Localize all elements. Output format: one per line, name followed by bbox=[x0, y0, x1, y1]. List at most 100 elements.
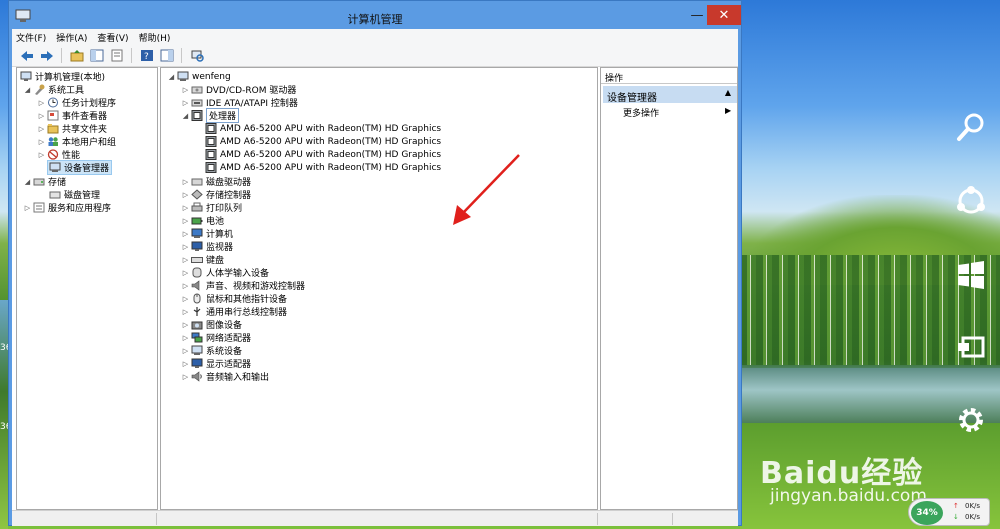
expand-icon[interactable]: ▷ bbox=[181, 269, 190, 277]
device-category-mice[interactable]: ▷ 鼠标和其他指针设备 bbox=[181, 292, 287, 305]
help-icon[interactable]: ? bbox=[138, 47, 155, 64]
toolbar-separator bbox=[131, 48, 132, 63]
expand-icon[interactable]: ▷ bbox=[181, 230, 190, 238]
submenu-arrow-icon[interactable]: ▶ bbox=[725, 106, 731, 115]
device-category-system[interactable]: ▷ 系统设备 bbox=[181, 344, 242, 357]
menu-view[interactable]: 查看(V) bbox=[97, 31, 128, 44]
expand-icon[interactable]: ▷ bbox=[181, 347, 190, 355]
show-action-pane-icon[interactable] bbox=[158, 47, 175, 64]
tree-label: 任务计划程序 bbox=[62, 99, 117, 109]
device-category-keyboards[interactable]: ▷ 键盘 bbox=[181, 253, 225, 267]
tree-item-root[interactable]: 计算机管理(本地) bbox=[19, 70, 105, 83]
collapse-icon[interactable]: ◢ bbox=[167, 73, 176, 81]
expand-icon[interactable]: ▷ bbox=[181, 321, 190, 329]
collapse-icon[interactable]: ◢ bbox=[23, 86, 32, 94]
expand-icon[interactable]: ▷ bbox=[37, 138, 46, 146]
expand-icon[interactable]: ▷ bbox=[37, 151, 46, 159]
properties-sheet-icon[interactable] bbox=[108, 47, 125, 64]
expand-icon[interactable]: ▷ bbox=[181, 373, 190, 381]
expand-icon[interactable]: ▷ bbox=[181, 334, 190, 342]
expand-icon[interactable]: ▷ bbox=[37, 99, 46, 107]
share-charm-icon[interactable] bbox=[950, 180, 992, 222]
settings-charm-icon[interactable] bbox=[950, 399, 992, 441]
device-label: 键盘 bbox=[206, 256, 225, 266]
tree-label: 事件查看器 bbox=[62, 112, 108, 122]
forward-arrow-icon[interactable] bbox=[38, 47, 55, 64]
device-tree-pane: ◢ wenfeng ▷ DVD/CD-ROM 驱动器 ▷ IDE ATA/ATA… bbox=[160, 67, 598, 510]
actions-section-device-manager[interactable]: 设备管理器 ▲ bbox=[603, 86, 737, 104]
devices-charm-icon[interactable] bbox=[950, 326, 992, 368]
processor-item[interactable]: AMD A6-5200 APU with Radeon(TM) HD Graph… bbox=[204, 148, 441, 161]
menu-help[interactable]: 帮助(H) bbox=[139, 31, 171, 44]
expand-icon[interactable]: ▷ bbox=[181, 256, 190, 264]
network-speed-widget[interactable]: 34% ↑ 0K/s ↓ 0K/s bbox=[908, 498, 990, 526]
camera-icon bbox=[191, 319, 203, 330]
tree-item-event-viewer[interactable]: ▷ 事件查看器 bbox=[37, 109, 107, 122]
device-category-display[interactable]: ▷ 显示适配器 bbox=[181, 357, 251, 370]
device-category-disk-drives[interactable]: ▷ 磁盘驱动器 bbox=[181, 175, 251, 189]
processor-item[interactable]: AMD A6-5200 APU with Radeon(TM) HD Graph… bbox=[204, 122, 441, 135]
device-category-network[interactable]: ▷ 网络适配器 bbox=[181, 331, 251, 344]
expand-icon[interactable]: ▷ bbox=[37, 112, 46, 120]
collapse-icon[interactable]: ◢ bbox=[181, 112, 190, 120]
expand-icon[interactable]: ▷ bbox=[181, 295, 190, 303]
device-category-print-queues[interactable]: ▷ 打印队列 bbox=[181, 201, 242, 214]
device-category-imaging[interactable]: ▷ 图像设备 bbox=[181, 318, 242, 332]
tree-item-performance[interactable]: ▷ 性能 bbox=[37, 148, 80, 161]
search-charm-icon[interactable] bbox=[950, 106, 992, 148]
expand-icon[interactable]: ▷ bbox=[23, 204, 32, 212]
device-category-storage-controllers[interactable]: ▷ 存储控制器 bbox=[181, 188, 251, 201]
collapse-icon[interactable]: ◢ bbox=[23, 178, 32, 186]
toolbar: ? bbox=[12, 45, 738, 67]
device-category-sound[interactable]: ▷ 声音、视频和游戏控制器 bbox=[181, 279, 305, 292]
minimize-button[interactable]: — bbox=[685, 5, 709, 25]
tree-item-device-manager[interactable]: 设备管理器 bbox=[46, 160, 113, 175]
expand-icon[interactable]: ▷ bbox=[181, 99, 190, 107]
disk-drive-icon bbox=[191, 176, 203, 187]
tree-item-task-scheduler[interactable]: ▷ 任务计划程序 bbox=[37, 96, 116, 109]
device-category-dvd[interactable]: ▷ DVD/CD-ROM 驱动器 bbox=[181, 83, 297, 97]
expand-icon[interactable]: ▷ bbox=[181, 217, 190, 225]
expand-icon[interactable]: ▷ bbox=[37, 125, 46, 133]
show-hide-tree-icon[interactable] bbox=[88, 47, 105, 64]
tree-label: 磁盘管理 bbox=[64, 191, 101, 201]
up-folder-icon[interactable] bbox=[68, 47, 85, 64]
start-charm-icon[interactable] bbox=[950, 254, 992, 296]
tree-item-system-tools[interactable]: ◢ 系统工具 bbox=[23, 83, 84, 96]
collapse-caret-icon[interactable]: ▲ bbox=[725, 88, 731, 97]
device-category-monitors[interactable]: ▷ 监视器 bbox=[181, 240, 233, 253]
expand-icon[interactable]: ▷ bbox=[181, 178, 190, 186]
device-tree-computer[interactable]: ◢ wenfeng bbox=[167, 70, 231, 83]
scan-hardware-icon[interactable] bbox=[188, 47, 205, 64]
device-category-audio-io[interactable]: ▷ 音频输入和输出 bbox=[181, 370, 269, 383]
storage-controller-icon bbox=[191, 189, 203, 200]
disk-management-icon bbox=[49, 189, 61, 200]
expand-icon[interactable]: ▷ bbox=[181, 243, 190, 251]
expand-icon[interactable]: ▷ bbox=[181, 308, 190, 316]
expand-icon[interactable]: ▷ bbox=[181, 360, 190, 368]
device-category-processor[interactable]: ◢ 处理器 bbox=[181, 108, 240, 123]
back-arrow-icon[interactable] bbox=[18, 47, 35, 64]
tree-item-disk-management[interactable]: 磁盘管理 bbox=[48, 188, 100, 201]
users-icon bbox=[47, 136, 59, 147]
expand-icon[interactable]: ▷ bbox=[181, 204, 190, 212]
tree-item-storage[interactable]: ◢ 存储 bbox=[23, 175, 66, 189]
processor-item[interactable]: AMD A6-5200 APU with Radeon(TM) HD Graph… bbox=[204, 135, 441, 148]
expand-icon[interactable]: ▷ bbox=[181, 191, 190, 199]
expand-icon[interactable]: ▷ bbox=[181, 86, 190, 94]
menu-file[interactable]: 文件(F) bbox=[16, 31, 46, 44]
more-actions-link[interactable]: 更多操作 bbox=[623, 106, 659, 119]
processor-item[interactable]: AMD A6-5200 APU with Radeon(TM) HD Graph… bbox=[204, 161, 441, 174]
tree-item-shared-folders[interactable]: ▷ 共享文件夹 bbox=[37, 122, 107, 135]
device-category-ide[interactable]: ▷ IDE ATA/ATAPI 控制器 bbox=[181, 96, 298, 110]
tree-item-services-apps[interactable]: ▷ 服务和应用程序 bbox=[23, 201, 111, 214]
device-category-hid[interactable]: ▷ 人体学输入设备 bbox=[181, 266, 269, 279]
expand-icon[interactable]: ▷ bbox=[181, 282, 190, 290]
close-button[interactable]: ✕ bbox=[707, 5, 741, 25]
device-category-computer[interactable]: ▷ 计算机 bbox=[181, 227, 233, 240]
device-category-usb[interactable]: ▷ 通用串行总线控制器 bbox=[181, 305, 287, 318]
title-bar[interactable]: 计算机管理 — ✕ bbox=[9, 1, 741, 31]
tree-item-local-users[interactable]: ▷ 本地用户和组 bbox=[37, 135, 116, 148]
menu-action[interactable]: 操作(A) bbox=[56, 31, 87, 44]
device-category-battery[interactable]: ▷ 电池 bbox=[181, 214, 224, 228]
